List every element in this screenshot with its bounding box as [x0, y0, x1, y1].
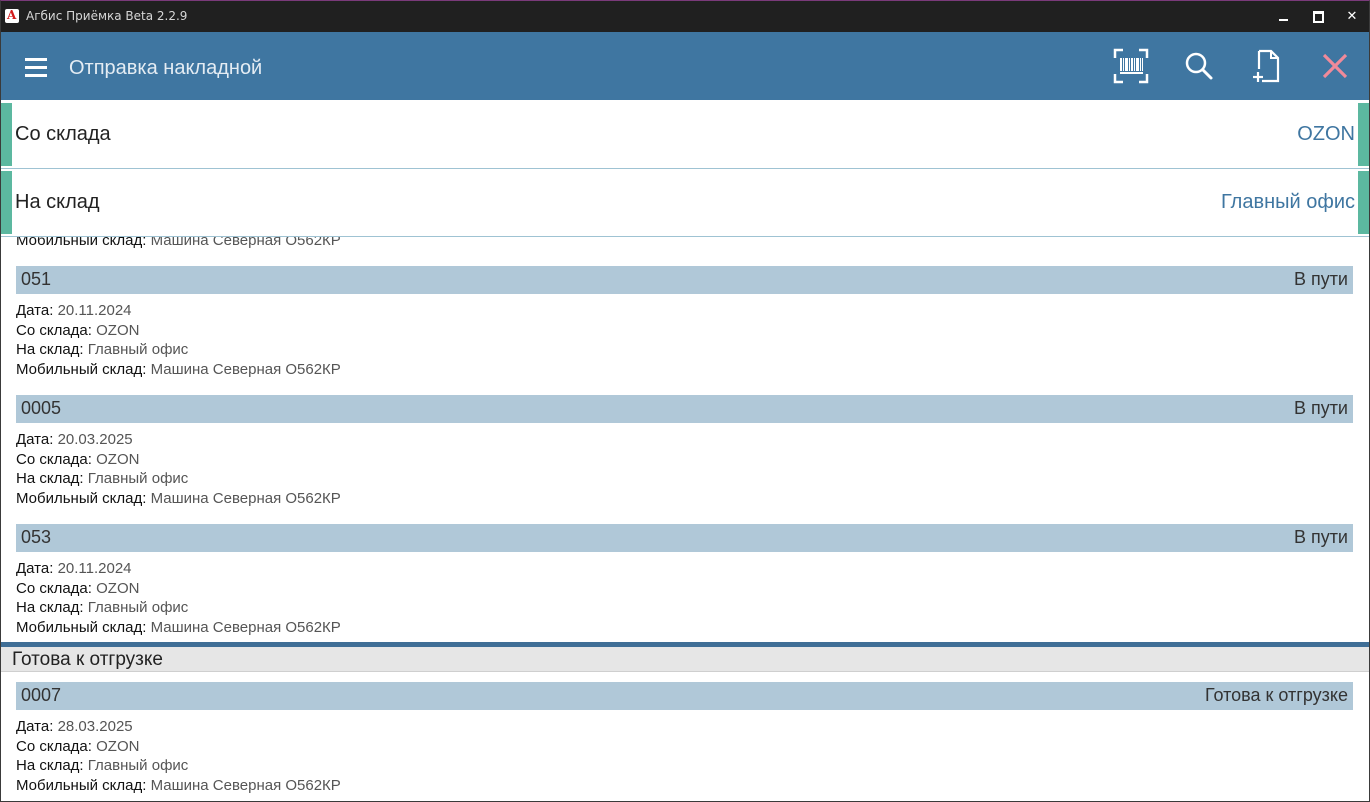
window-close-button[interactable]: ✕: [1335, 1, 1369, 32]
document-number: 0005: [21, 398, 62, 418]
barcode-scan-icon[interactable]: [1113, 48, 1149, 84]
mobile-value: Машина Северная О562КР: [150, 618, 341, 636]
to-label: На склад:: [16, 757, 84, 774]
mobile-value: Машина Северная О562КР: [150, 489, 341, 507]
date-value: 20.11.2024: [57, 560, 132, 577]
filter-accent-right: [1358, 103, 1369, 166]
document-status: В пути: [1293, 527, 1348, 547]
maximize-icon: [1313, 11, 1324, 23]
date-label: Дата:: [16, 718, 54, 735]
app-logo-icon: A: [5, 8, 19, 23]
partial-card-info: Мобильный склад: Машина Северная О562КР: [16, 237, 341, 251]
to-label: На склад:: [16, 341, 84, 358]
document-card-info[interactable]: Дата: 20.11.2024 Со склада: OZON На скла…: [16, 301, 341, 379]
to-label: На склад:: [16, 470, 84, 487]
mobile-label: Мобильный склад:: [16, 237, 147, 249]
document-card-header[interactable]: 051 В пути: [16, 266, 1353, 294]
mobile-label: Мобильный склад:: [16, 776, 147, 794]
filter-from-value[interactable]: OZON: [1297, 123, 1355, 146]
app-bar: Отправка накладной: [1, 32, 1369, 100]
from-label: Со склада:: [16, 579, 92, 597]
filter-from-label: Со склада: [15, 123, 111, 145]
filter-accent-left: [1, 171, 12, 234]
filter-accent-left: [1, 103, 12, 166]
maximize-button[interactable]: [1301, 1, 1335, 32]
mobile-value: Машина Северная О562КР: [150, 776, 341, 794]
to-label: На склад:: [16, 599, 84, 616]
from-label: Со склада:: [16, 450, 92, 468]
document-card-info[interactable]: Дата: 20.03.2025 Со склада: OZON На скла…: [16, 430, 341, 508]
mobile-label: Мобильный склад:: [16, 618, 147, 636]
window-titlebar[interactable]: A Агбис Приёмка Beta 2.2.9 ✕: [1, 1, 1369, 32]
page-title: Отправка накладной: [69, 57, 263, 79]
window-title: Агбис Приёмка Beta 2.2.9: [26, 9, 188, 23]
document-card-header[interactable]: 0007 Готова к отгрузке: [16, 682, 1353, 710]
document-card-info[interactable]: Дата: 28.03.2025 Со склада: OZON На скла…: [16, 717, 341, 795]
date-label: Дата:: [16, 431, 54, 448]
to-value: Главный офис: [87, 470, 189, 487]
mobile-line: Мобильный склад: Машина Северная О562КР: [16, 237, 341, 251]
date-value: 20.11.2024: [57, 302, 132, 319]
date-value: 20.03.2025: [57, 431, 133, 448]
from-value: OZON: [96, 321, 140, 339]
document-status: В пути: [1293, 269, 1348, 289]
from-label: Со склада:: [16, 737, 92, 755]
filter-accent-right: [1358, 171, 1369, 234]
minimize-button[interactable]: [1267, 1, 1301, 32]
app-logo-letter: A: [7, 8, 17, 22]
date-label: Дата:: [16, 560, 54, 577]
document-card-info[interactable]: Дата: 20.11.2024 Со склада: OZON На скла…: [16, 559, 341, 637]
to-value: Главный офис: [87, 341, 189, 358]
filter-to-value[interactable]: Главный офис: [1221, 191, 1355, 214]
from-value: OZON: [96, 450, 140, 468]
document-number: 0007: [21, 685, 62, 705]
close-icon[interactable]: [1317, 48, 1353, 84]
document-card-header[interactable]: 053 В пути: [16, 524, 1353, 552]
document-number: 053: [21, 527, 52, 547]
mobile-label: Мобильный склад:: [16, 360, 147, 378]
filter-to-warehouse[interactable]: На склад Главный офис: [1, 169, 1369, 237]
new-document-icon[interactable]: [1249, 48, 1285, 84]
document-status: В пути: [1293, 398, 1348, 418]
filter-from-warehouse[interactable]: Со склада OZON: [1, 101, 1369, 169]
menu-icon[interactable]: [25, 58, 47, 78]
to-value: Главный офис: [87, 757, 189, 774]
window-close-icon: ✕: [1346, 9, 1358, 24]
to-value: Главный офис: [87, 599, 189, 616]
from-label: Со склада:: [16, 321, 92, 339]
document-list[interactable]: Мобильный склад: Машина Северная О562КР …: [1, 237, 1369, 642]
mobile-value: Машина Северная О562КР: [150, 237, 341, 249]
mobile-label: Мобильный склад:: [16, 489, 147, 507]
document-number: 051: [21, 269, 52, 289]
from-value: OZON: [96, 737, 140, 755]
section-title: Готова к отгрузке: [12, 649, 163, 670]
document-card-header[interactable]: 0005 В пути: [16, 395, 1353, 423]
mobile-value: Машина Северная О562КР: [150, 360, 341, 378]
minimize-icon: [1279, 19, 1288, 21]
date-label: Дата:: [16, 302, 54, 319]
filter-to-label: На склад: [15, 191, 100, 213]
from-value: OZON: [96, 579, 140, 597]
search-icon[interactable]: [1181, 48, 1217, 84]
app-window: A Агбис Приёмка Beta 2.2.9 ✕ Отправка на…: [0, 0, 1370, 802]
date-value: 28.03.2025: [57, 718, 133, 735]
document-status: Готова к отгрузке: [1204, 685, 1348, 705]
section-header: Готова к отгрузке: [1, 647, 1369, 672]
